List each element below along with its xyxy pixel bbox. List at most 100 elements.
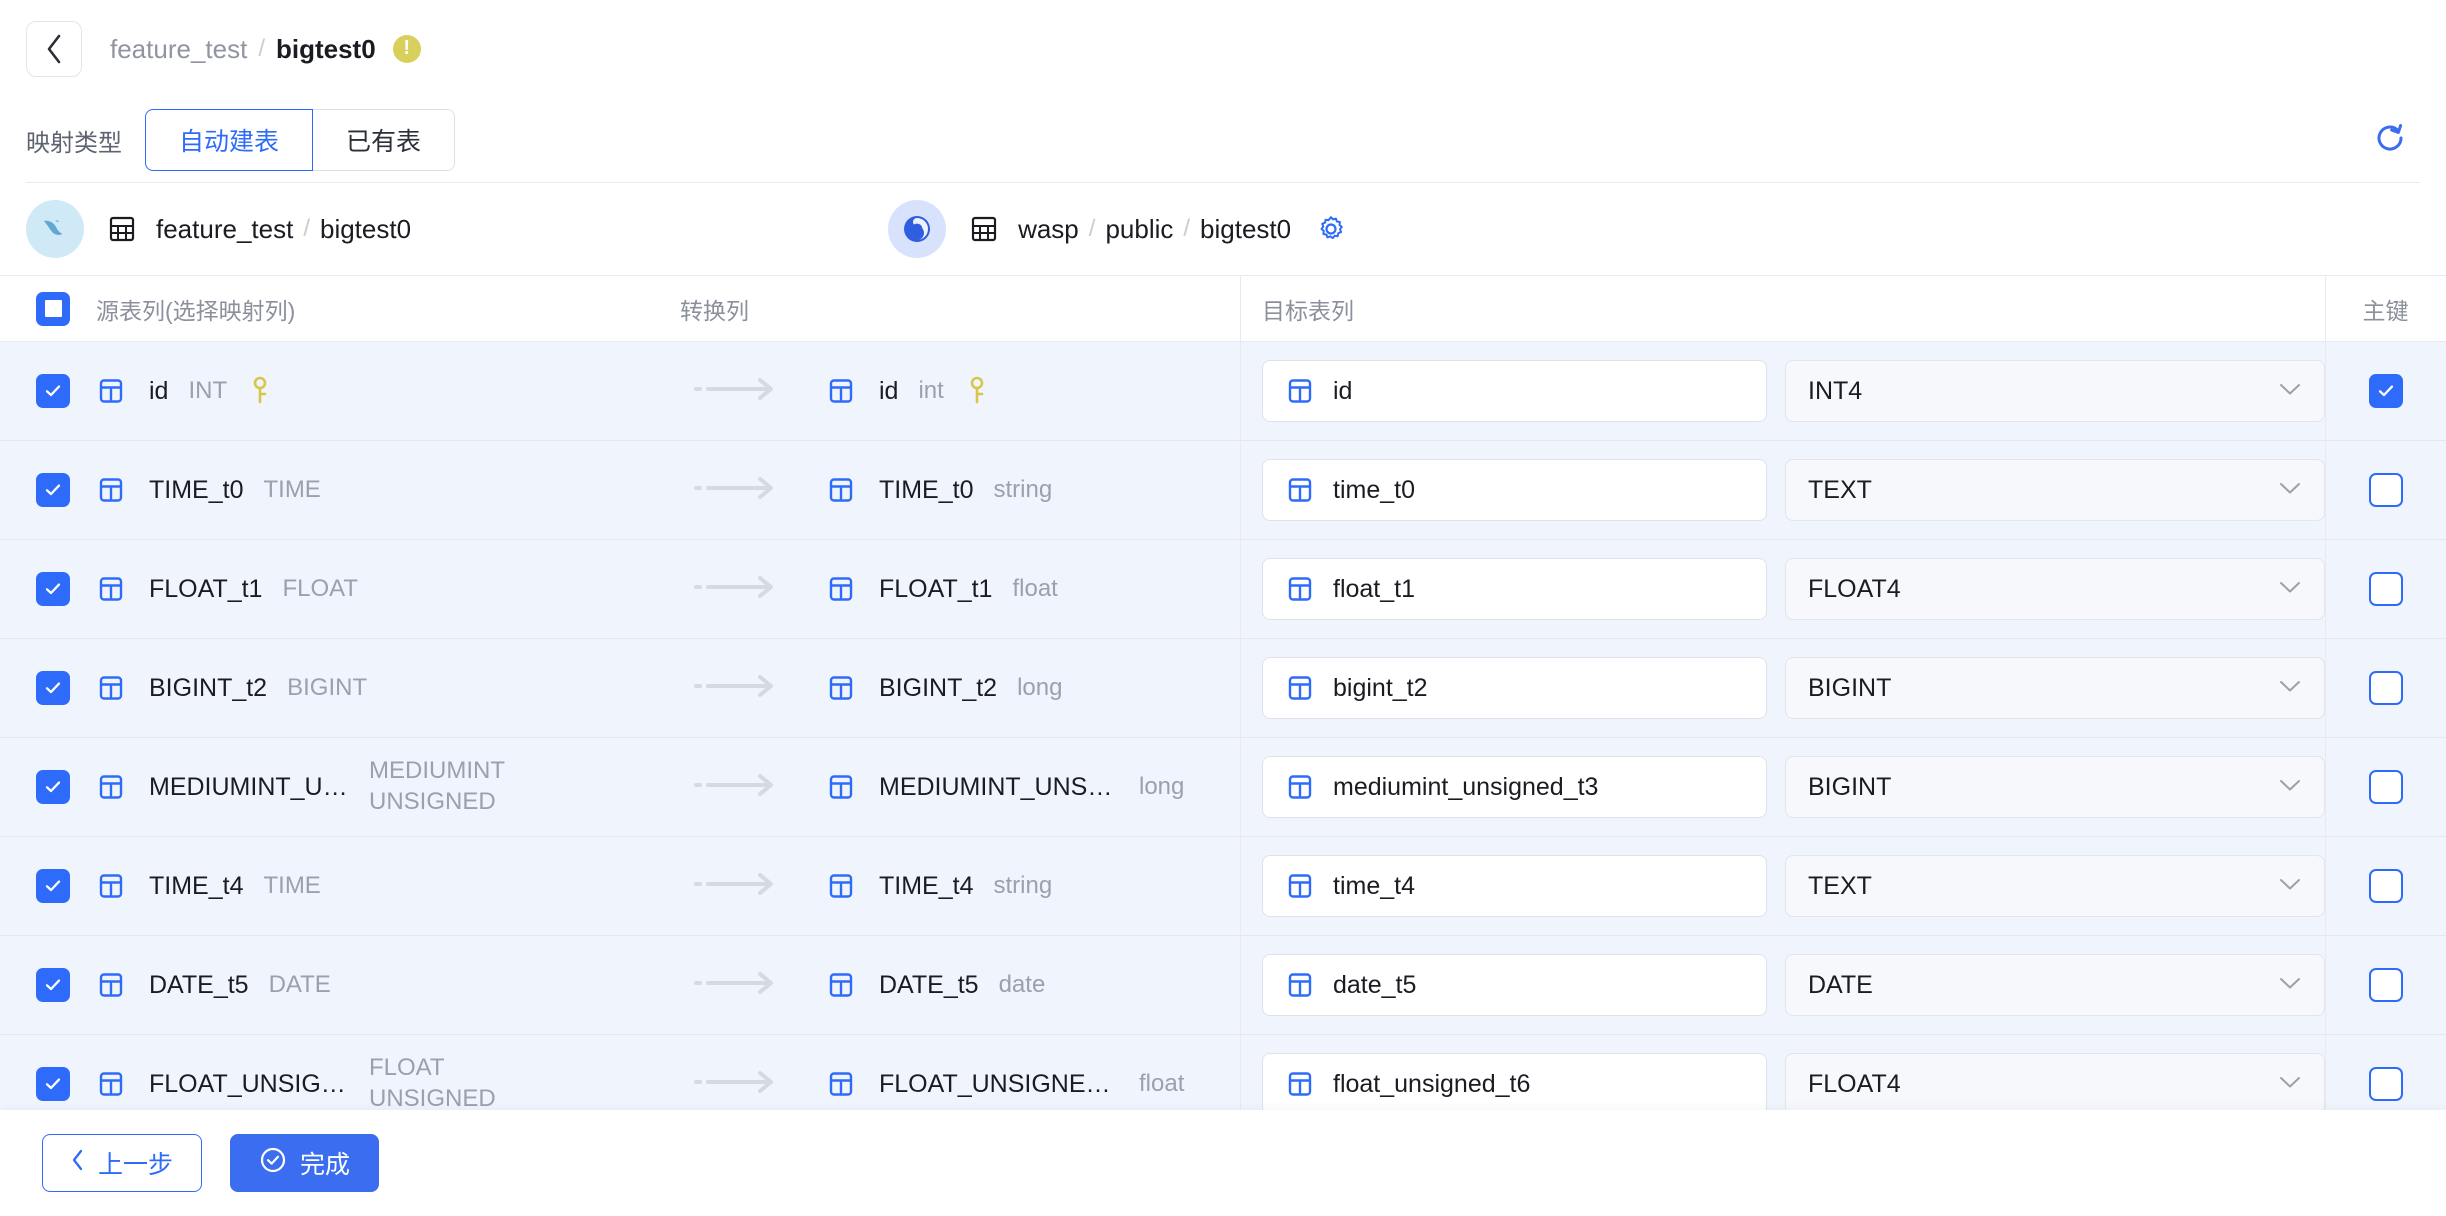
- table-row: id INT id int id INT4: [0, 342, 2446, 441]
- column-icon: [1285, 475, 1315, 505]
- target-column-type-select[interactable]: TEXT: [1785, 855, 2325, 917]
- row-select-checkbox[interactable]: [36, 770, 70, 804]
- target-column-name-value: float_t1: [1333, 574, 1416, 603]
- target-db-header: wasp / public / bigtest0: [870, 200, 1346, 258]
- row-select-checkbox[interactable]: [36, 572, 70, 606]
- mapping-arrow: [680, 772, 800, 803]
- source-database-name: feature_test: [156, 213, 294, 244]
- mapping-arrow: [680, 574, 800, 605]
- target-column-name-value: bigint_t2: [1333, 673, 1428, 702]
- finish-button[interactable]: 完成: [230, 1134, 380, 1192]
- target-column-type-select[interactable]: BIGINT: [1785, 657, 2325, 719]
- target-column-name-input[interactable]: id: [1262, 360, 1767, 422]
- convert-column-name: TIME_t4: [879, 871, 974, 900]
- mapping-arrow: [680, 475, 800, 506]
- gear-icon[interactable]: [1316, 214, 1346, 244]
- target-column-name-value: float_unsigned_t6: [1333, 1069, 1531, 1098]
- convert-column-cell: DATE_t5 date: [800, 970, 1240, 1001]
- mapping-type-row: 映射类型 自动建表 已有表: [0, 98, 2446, 182]
- target-breadcrumb-separator-1: /: [1088, 215, 1096, 242]
- dashed-arrow-icon: [694, 574, 786, 605]
- back-button[interactable]: [26, 21, 82, 77]
- row-select-checkbox[interactable]: [36, 869, 70, 903]
- primary-key-cell: [2325, 1067, 2446, 1101]
- target-column-type-value: INT4: [1808, 376, 1863, 405]
- header-source-cell: 源表列(选择映射列) 转换列: [0, 291, 1240, 326]
- column-icon: [826, 1069, 856, 1099]
- convert-column-name: MEDIUMINT_UNSIG…: [879, 772, 1119, 801]
- source-column-type: MEDIUMINT UNSIGNED: [369, 757, 505, 815]
- mapping-arrow: [680, 673, 800, 704]
- target-column-type-select[interactable]: BIGINT: [1785, 756, 2325, 818]
- target-column-type-select[interactable]: FLOAT4: [1785, 1053, 2325, 1115]
- convert-column-name: FLOAT_t1: [879, 574, 993, 603]
- row-select-checkbox[interactable]: [36, 1067, 70, 1101]
- target-column-type-select[interactable]: INT4: [1785, 360, 2325, 422]
- row-select-checkbox[interactable]: [36, 968, 70, 1002]
- refresh-button[interactable]: [2370, 120, 2410, 160]
- db-header-strip: feature_test / bigtest0 wasp / public / …: [0, 183, 2446, 275]
- prev-step-label: 上一步: [98, 1151, 174, 1179]
- tab-auto-create-table[interactable]: 自动建表: [145, 109, 314, 171]
- header-primarykey-label: 主键: [2362, 297, 2409, 324]
- chevron-down-icon: [2278, 579, 2302, 600]
- primary-key-checkbox[interactable]: [2368, 1067, 2403, 1101]
- convert-column-type: long: [1017, 673, 1063, 701]
- convert-column-type: int: [918, 376, 944, 404]
- target-column-name-input[interactable]: mediumint_unsigned_t3: [1262, 756, 1767, 818]
- column-icon: [96, 475, 126, 505]
- chevron-down-icon: [2278, 777, 2302, 798]
- table-row: DATE_t5 DATE DATE_t5 date date_t5 DATE: [0, 936, 2446, 1035]
- tab-existing-table[interactable]: 已有表: [313, 109, 456, 171]
- primary-key-cell: [2325, 671, 2446, 705]
- primary-key-checkbox[interactable]: [2368, 869, 2403, 903]
- convert-column-type: float: [1012, 574, 1058, 602]
- chevron-down-icon: [2278, 975, 2302, 996]
- table-row: TIME_t4 TIME TIME_t4 string time_t4 TEXT: [0, 837, 2446, 936]
- target-column-name-input[interactable]: time_t4: [1262, 855, 1767, 917]
- prev-step-button[interactable]: 上一步: [42, 1134, 203, 1192]
- mapping-arrow: [680, 376, 800, 407]
- target-column-name-input[interactable]: date_t5: [1262, 954, 1767, 1016]
- primary-key-checkbox[interactable]: [2368, 473, 2403, 507]
- primary-key-checkbox[interactable]: [2368, 374, 2403, 408]
- source-column-cell: BIGINT_t2 BIGINT: [0, 671, 680, 705]
- mapping-type-segmented: 自动建表 已有表: [145, 109, 456, 171]
- row-select-checkbox[interactable]: [36, 473, 70, 507]
- target-column-type-select[interactable]: FLOAT4: [1785, 558, 2325, 620]
- row-select-checkbox[interactable]: [36, 374, 70, 408]
- target-column-name-input[interactable]: bigint_t2: [1262, 657, 1767, 719]
- source-column-type: DATE: [268, 970, 331, 998]
- target-column-type-select[interactable]: DATE: [1785, 954, 2325, 1016]
- convert-column-cell: MEDIUMINT_UNSIG… long: [800, 772, 1240, 803]
- oceanbase-icon: [888, 200, 947, 258]
- target-column-name-input[interactable]: float_t1: [1262, 558, 1767, 620]
- target-column-cell: date_t5 DATE: [1240, 954, 2325, 1016]
- source-column-name: DATE_t5: [149, 970, 249, 999]
- breadcrumb-source[interactable]: feature_test: [110, 34, 247, 65]
- source-column-name: FLOAT_UNSIGN…: [149, 1069, 349, 1098]
- chevron-down-icon: [2278, 1074, 2302, 1095]
- primary-key-cell: [2325, 374, 2446, 408]
- primary-key-checkbox[interactable]: [2368, 968, 2403, 1002]
- select-all-checkbox[interactable]: [36, 291, 70, 326]
- target-column-name-input[interactable]: float_unsigned_t6: [1262, 1053, 1767, 1115]
- source-column-cell: TIME_t4 TIME: [0, 869, 680, 903]
- primary-key-checkbox[interactable]: [2368, 770, 2403, 804]
- row-select-checkbox[interactable]: [36, 671, 70, 705]
- warning-exclamation-icon[interactable]: !: [392, 35, 421, 63]
- column-icon: [1285, 970, 1315, 1000]
- primary-key-checkbox[interactable]: [2368, 572, 2403, 606]
- primary-key-icon: [966, 376, 988, 406]
- source-column-name: MEDIUMINT_UN…: [149, 772, 349, 801]
- table-row: TIME_t0 TIME TIME_t0 string time_t0 TEXT: [0, 441, 2446, 540]
- target-table-name: bigtest0: [1200, 213, 1292, 244]
- primary-key-checkbox[interactable]: [2368, 671, 2403, 705]
- chevron-down-icon: [2278, 678, 2302, 699]
- source-column-type: FLOAT: [282, 574, 359, 602]
- target-column-name-input[interactable]: time_t0: [1262, 459, 1767, 521]
- target-column-name-value: time_t4: [1333, 871, 1415, 900]
- target-column-type-select[interactable]: TEXT: [1785, 459, 2325, 521]
- column-divider-right: [2325, 276, 2326, 1134]
- column-icon: [96, 1069, 126, 1099]
